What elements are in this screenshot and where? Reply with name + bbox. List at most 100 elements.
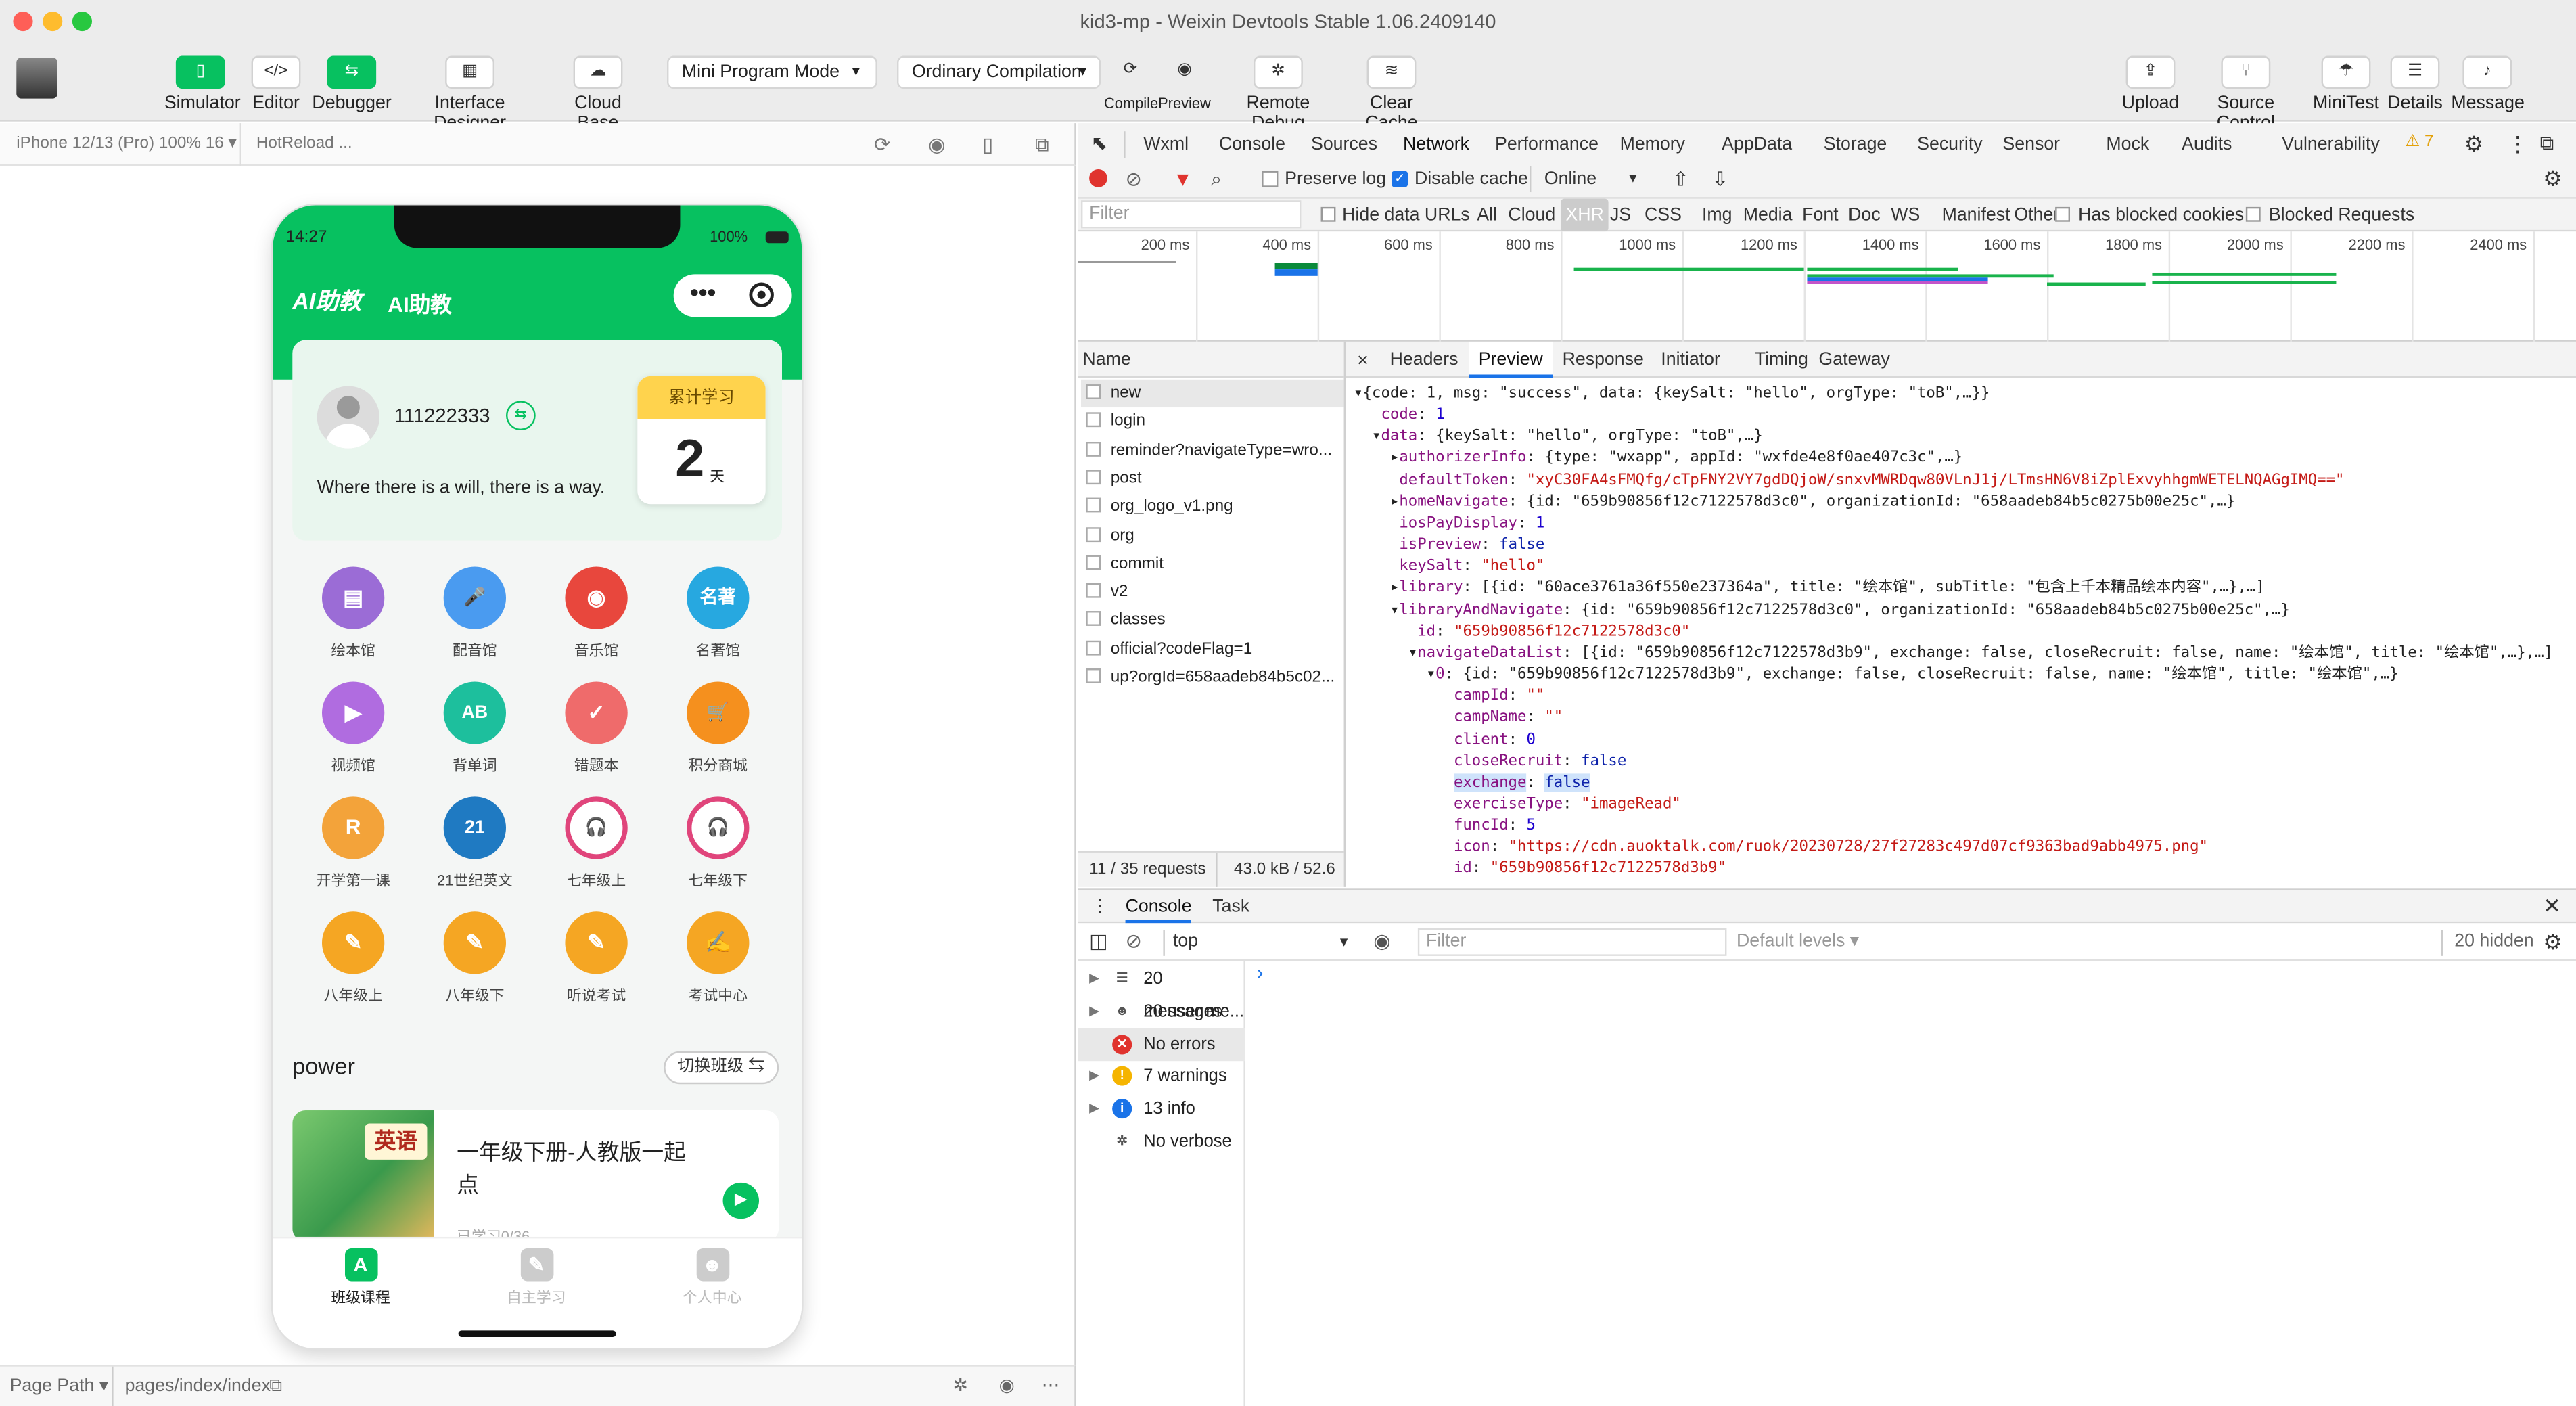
preview-line[interactable]: ▾libraryAndNavigate: {id: "659b90856f12c…	[1354, 599, 2573, 620]
resource-type-filter[interactable]: Font	[1802, 199, 1838, 232]
resource-type-filter[interactable]: Media	[1743, 199, 1793, 232]
course-go-icon[interactable]: ▶	[722, 1182, 759, 1219]
rotate-icon[interactable]: ⟳	[874, 123, 890, 166]
grid-item[interactable]: 🎧 七年级下	[660, 796, 775, 890]
grid-item[interactable]: R 开学第一课	[296, 796, 411, 890]
maximize-window-button[interactable]	[72, 11, 92, 32]
console-sidebar-item[interactable]: ✕ No errors	[1078, 1027, 1245, 1061]
grid-item[interactable]: ✎ 八年级上	[296, 911, 411, 1005]
console-sidebar-item[interactable]: ✲ No verbose	[1078, 1125, 1245, 1158]
grid-item[interactable]: 🎧 七年级上	[539, 796, 654, 890]
hotreload-select[interactable]: HotReload ...	[239, 123, 352, 166]
message-button[interactable]: ♪ Message	[2451, 55, 2525, 114]
close-window-button[interactable]	[13, 11, 33, 32]
project-avatar[interactable]	[16, 57, 58, 99]
grid-item[interactable]: 名著 名著馆	[660, 566, 775, 660]
resource-type-filter[interactable]: XHR	[1561, 198, 1609, 232]
avatar[interactable]	[317, 386, 380, 449]
context-select[interactable]: top ▼	[1173, 923, 1350, 961]
request-row[interactable]: org	[1081, 522, 1344, 549]
stop-icon[interactable]: ◉	[928, 123, 945, 166]
grid-item[interactable]: 🎤 配音馆	[417, 566, 532, 660]
compile-button[interactable]: ⟳ Compile	[1104, 56, 1158, 114]
request-row[interactable]: org_logo_v1.png	[1081, 493, 1344, 521]
preview-line[interactable]: ▾0: {id: "659b90856f12c7122578d3b9", exc…	[1354, 664, 2573, 685]
remote-debug-button[interactable]: ✲Remote Debug	[1222, 55, 1334, 133]
detail-tab[interactable]: Gateway	[1818, 342, 1889, 378]
sidebar-toggle-icon[interactable]: ◫	[1089, 923, 1108, 961]
grid-item[interactable]: ✎ 八年级下	[417, 911, 532, 1005]
detail-tab[interactable]: Timing	[1755, 342, 1808, 378]
resource-type-filter[interactable]: All	[1477, 199, 1497, 232]
grid-item[interactable]: ▶ 视频馆	[296, 681, 411, 775]
request-row[interactable]: v2	[1081, 579, 1344, 606]
preview-line[interactable]: ▸homeNavigate: {id: "659b90856f12c712257…	[1354, 491, 2573, 512]
course-card[interactable]: 英语 一年级下册-人教版一起点 已学习0/36 ▶	[292, 1110, 779, 1242]
simulator-button[interactable]: ▯ Simulator	[164, 55, 241, 114]
grid-item[interactable]: 🛒 积分商城	[660, 681, 775, 775]
kebab-icon[interactable]: ⋮	[2507, 131, 2529, 158]
console-sidebar-item[interactable]: ▶ i 13 info	[1078, 1093, 1245, 1126]
filter-icon[interactable]: ▼	[1173, 159, 1193, 198]
warning-icon[interactable]: ⚠ 7	[2405, 133, 2433, 152]
preview-line[interactable]: ▸authorizerInfo: {type: "wxapp", appId: …	[1354, 447, 2573, 469]
blocked-requests-checkbox[interactable]	[2245, 206, 2261, 222]
request-row[interactable]: login	[1081, 408, 1344, 436]
device-select[interactable]: iPhone 12/13 (Pro) 100% 16 ▾	[16, 123, 236, 166]
drawer-tab[interactable]: Console	[1125, 890, 1192, 924]
more-icon[interactable]: ⋯	[1042, 1367, 1060, 1406]
has-blocked-cookies-checkbox[interactable]	[2055, 206, 2070, 222]
disable-cache-checkbox[interactable]: ✓	[1391, 171, 1408, 187]
resource-type-filter[interactable]: JS	[1610, 199, 1631, 232]
console-sidebar-item[interactable]: ▶! 7 warnings	[1078, 1060, 1245, 1093]
interface-designer-button[interactable]: ▦Interface Designer	[398, 55, 543, 133]
inspect-icon[interactable]: ⬉	[1091, 131, 1107, 154]
detail-tab[interactable]: Preview	[1469, 341, 1553, 378]
clear-console-icon[interactable]: ⊘	[1126, 923, 1142, 961]
detail-tab[interactable]: Headers	[1390, 342, 1458, 378]
source-control-button[interactable]: ⑂Source Control	[2186, 55, 2305, 133]
tab-item[interactable]: ☻ 个人中心	[624, 1245, 800, 1311]
levels-select[interactable]: Default levels ▾	[1736, 923, 1859, 961]
dock-icon[interactable]: ⧉	[2540, 131, 2554, 156]
grid-item[interactable]: ▤ 绘本馆	[296, 566, 411, 660]
search-icon[interactable]: ⌕	[1211, 159, 1222, 198]
console-sidebar-item[interactable]: ▶ ☻ 20 user me...	[1078, 995, 1245, 1028]
request-row[interactable]: official?codeFlag=1	[1081, 635, 1344, 663]
minitest-button[interactable]: ☂ MiniTest	[2312, 55, 2380, 114]
preview-line[interactable]: ▾data: {keySalt: "hello", orgType: "toB"…	[1354, 426, 2573, 447]
name-column-header[interactable]: Name	[1078, 341, 1344, 378]
request-row[interactable]: commit	[1081, 550, 1344, 578]
debugger-button[interactable]: ⇆ Debugger	[312, 55, 392, 114]
preview-line[interactable]: ▸library: [{id: "60ace3761a36f550e237364…	[1354, 577, 2573, 599]
preserve-log-checkbox[interactable]	[1262, 171, 1279, 187]
resource-type-filter[interactable]: CSS	[1644, 199, 1682, 232]
resource-type-filter[interactable]: Manifest	[1942, 199, 2010, 232]
gear-icon[interactable]: ⚙	[2464, 131, 2483, 158]
network-settings-icon[interactable]: ⚙	[2543, 159, 2562, 198]
resource-type-filter[interactable]: WS	[1891, 199, 1920, 232]
console-prompt[interactable]: ›	[1257, 961, 1264, 984]
mode-select[interactable]: Mini Program Mode ▼	[666, 55, 877, 89]
grid-item[interactable]: ✍ 考试中心	[660, 911, 775, 1005]
console-settings-icon[interactable]: ⚙	[2543, 923, 2562, 961]
minimize-window-button[interactable]	[43, 11, 63, 32]
page-path-label[interactable]: Page Path ▾	[10, 1367, 109, 1406]
clear-icon[interactable]: ⊘	[1126, 159, 1142, 198]
request-row[interactable]: up?orgId=658aadeb84b5c02...	[1081, 664, 1344, 691]
clear-cache-button[interactable]: ≋Clear Cache	[1344, 55, 1440, 133]
throttle-select[interactable]: Online	[1544, 159, 1596, 198]
grid-item[interactable]: 21 21世纪英文	[417, 796, 532, 890]
console-sidebar-item[interactable]: ▶ ☰ 20 messages	[1078, 963, 1245, 1022]
detail-tab[interactable]: Response	[1563, 342, 1644, 378]
export-har-icon[interactable]: ⇩	[1712, 159, 1728, 198]
request-row[interactable]: post	[1081, 465, 1344, 493]
import-har-icon[interactable]: ⇧	[1672, 159, 1688, 198]
request-row[interactable]: new	[1080, 379, 1344, 408]
eye-icon[interactable]: ◉	[1373, 923, 1390, 961]
phone-icon[interactable]: ▯	[982, 123, 993, 166]
preview-line[interactable]: ▾navigateDataList: [{id: "659b90856f12c7…	[1354, 642, 2573, 664]
network-filter-input[interactable]: Filter	[1080, 200, 1302, 229]
tab-item[interactable]: ✎ 自主学习	[448, 1245, 624, 1311]
grid-item[interactable]: ◉ 音乐馆	[539, 566, 654, 660]
